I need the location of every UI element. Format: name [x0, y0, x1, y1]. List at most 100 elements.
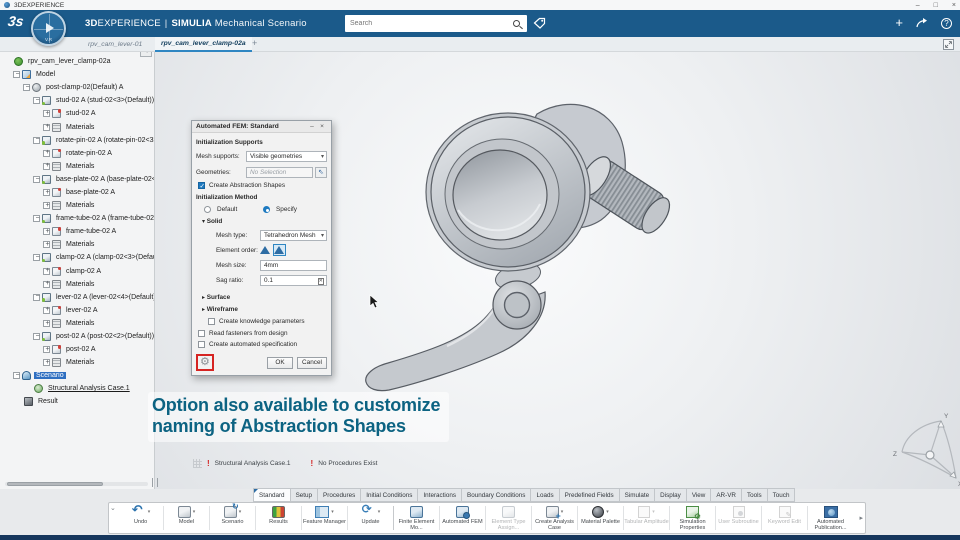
dropdown-caret-icon[interactable]: ▾: [239, 509, 242, 515]
wireframe-section-toggle[interactable]: Wireframe: [202, 306, 238, 313]
simulation-properties-button[interactable]: Simulation Properties: [670, 503, 715, 533]
expander-icon[interactable]: [43, 189, 50, 196]
tree-item-label[interactable]: rotate-pin-02 A: [64, 150, 114, 157]
auto-specification-checkbox[interactable]: [198, 341, 205, 348]
expander-icon[interactable]: [13, 372, 20, 379]
expander-icon[interactable]: [13, 71, 20, 78]
default-radio[interactable]: [204, 206, 211, 213]
tree-item-label[interactable]: Materials: [64, 124, 96, 131]
help-icon[interactable]: ?: [941, 18, 952, 29]
expander-icon[interactable]: [33, 215, 40, 222]
compass-play-icon[interactable]: [46, 23, 54, 33]
finite-element-model-button[interactable]: Finite Element Mo...: [394, 503, 439, 533]
analysis-case-status[interactable]: Structural Analysis Case.1: [215, 460, 291, 467]
tree-item-label[interactable]: post-02 A: [64, 346, 98, 353]
dropdown-caret-icon[interactable]: ▾: [331, 509, 334, 515]
tree-item-label[interactable]: Materials: [64, 202, 96, 209]
tree-item-label[interactable]: Materials: [64, 163, 96, 170]
automated-fem-button[interactable]: Automated FEM: [440, 503, 485, 533]
options-gear-icon[interactable]: ⚙: [200, 357, 210, 368]
tree-item-label[interactable]: Model: [34, 71, 57, 78]
expand-window-icon[interactable]: [943, 39, 954, 50]
expander-icon[interactable]: [33, 176, 40, 183]
dropdown-caret-icon[interactable]: ▾: [606, 509, 609, 515]
procedure-grid-icon[interactable]: [193, 459, 202, 468]
expander-icon[interactable]: [43, 163, 50, 170]
clear-field-icon[interactable]: ✕: [318, 278, 325, 285]
toolbar-collapse-icon[interactable]: ⌄: [110, 504, 116, 512]
expander-icon[interactable]: [43, 202, 50, 209]
ribbon-tab-display[interactable]: Display: [655, 488, 687, 502]
search-box[interactable]: [345, 15, 527, 32]
model-button[interactable]: ▾Model: [164, 503, 209, 533]
ribbon-tab-ar-vr[interactable]: AR-VR: [711, 488, 742, 502]
tag-icon[interactable]: [533, 17, 546, 30]
automated-fem-icon[interactable]: [456, 506, 469, 518]
geometry-picker-icon[interactable]: [315, 167, 327, 178]
mesh-size-field[interactable]: 4mm: [260, 260, 327, 271]
3dexperience-compass[interactable]: V.R: [31, 11, 66, 46]
tree-item-label[interactable]: Materials: [64, 359, 96, 366]
expander-icon[interactable]: [43, 124, 50, 131]
ribbon-tab-procedures[interactable]: Procedures: [318, 488, 361, 502]
create-abstraction-checkbox[interactable]: [198, 182, 205, 189]
expander-icon[interactable]: [33, 294, 40, 301]
tree-collapse-button[interactable]: <: [140, 52, 152, 57]
tree-horizontal-scrollbar[interactable]: [5, 482, 148, 486]
add-content-icon[interactable]: +: [895, 16, 903, 30]
toolbar-overflow-icon[interactable]: ▸: [859, 514, 863, 522]
knowledge-parameters-checkbox[interactable]: [208, 318, 215, 325]
ok-button[interactable]: OK: [267, 357, 293, 369]
tree-item-label[interactable]: Materials: [64, 281, 96, 288]
tree-item-label[interactable]: stud-02 A: [64, 110, 98, 117]
expander-icon[interactable]: [43, 307, 50, 314]
ribbon-tab-initial-conditions[interactable]: Initial Conditions: [361, 488, 418, 502]
undo-button[interactable]: ▾Undo: [118, 503, 163, 533]
results-icon[interactable]: [272, 506, 285, 518]
tree-item-label[interactable]: Scenario: [34, 372, 66, 379]
dropdown-caret-icon[interactable]: ▾: [652, 509, 655, 515]
model-icon[interactable]: [178, 506, 191, 518]
tree-item-label[interactable]: post-clamp-02(Default) A: [44, 84, 125, 91]
surface-section-toggle[interactable]: Surface: [202, 294, 230, 301]
dialog-titlebar[interactable]: Automated FEM: Standard – ×: [192, 121, 331, 133]
expander-icon[interactable]: [43, 150, 50, 157]
document-tab[interactable]: rpv_cam_lever_clamp-02a: [155, 37, 252, 52]
mesh-supports-select[interactable]: Visible geometries: [246, 151, 327, 162]
material-palette-icon[interactable]: [592, 506, 604, 518]
simulation-properties-icon[interactable]: [686, 506, 699, 518]
dialog-close-icon[interactable]: ×: [317, 123, 327, 130]
scrollbar-thumb[interactable]: [7, 482, 103, 486]
create-analysis-case-icon[interactable]: [546, 506, 559, 518]
solid-section-toggle[interactable]: Solid: [202, 218, 222, 225]
share-icon[interactable]: [915, 17, 929, 29]
material-palette-button[interactable]: ▾Material Palette: [578, 503, 623, 533]
dropdown-caret-icon[interactable]: ▾: [148, 509, 151, 515]
geometries-field[interactable]: No Selection: [246, 167, 313, 178]
tree-item-label[interactable]: Materials: [64, 241, 96, 248]
results-button[interactable]: Results: [256, 503, 301, 533]
ribbon-tab-boundary-conditions[interactable]: Boundary Conditions: [462, 488, 531, 502]
expander-icon[interactable]: [43, 228, 50, 235]
expander-icon[interactable]: [33, 97, 40, 104]
ribbon-tab-touch[interactable]: Touch: [768, 488, 796, 502]
minimize-button[interactable]: –: [916, 2, 920, 9]
expander-icon[interactable]: [43, 281, 50, 288]
tree-item-label[interactable]: Structural Analysis Case.1: [46, 385, 132, 392]
tree-item-label[interactable]: frame-tube-02 A (frame-tube-02<:: [54, 215, 155, 222]
tree-item-label[interactable]: base-plate-02 A: [64, 189, 117, 196]
new-tab-button[interactable]: +: [252, 38, 257, 48]
ribbon-tab-setup[interactable]: Setup: [291, 488, 318, 502]
feature-manager-icon[interactable]: [315, 506, 329, 518]
expander-icon[interactable]: [43, 241, 50, 248]
create-analysis-case-button[interactable]: ▾Create Analysis Case: [532, 503, 577, 533]
expander-icon[interactable]: [43, 268, 50, 275]
tree-item-label[interactable]: Materials: [64, 320, 96, 327]
specify-radio[interactable]: [263, 206, 270, 213]
axis-triad-icon[interactable]: [902, 421, 956, 478]
dropdown-caret-icon[interactable]: ▾: [561, 509, 564, 515]
document-tab[interactable]: rpv_cam_lever-01: [82, 37, 148, 52]
tree-item-label[interactable]: rotate-pin-02 A (rotate-pin-02<3>: [54, 137, 155, 144]
ribbon-tab-interactions[interactable]: Interactions: [418, 488, 462, 502]
expander-icon[interactable]: [43, 320, 50, 327]
